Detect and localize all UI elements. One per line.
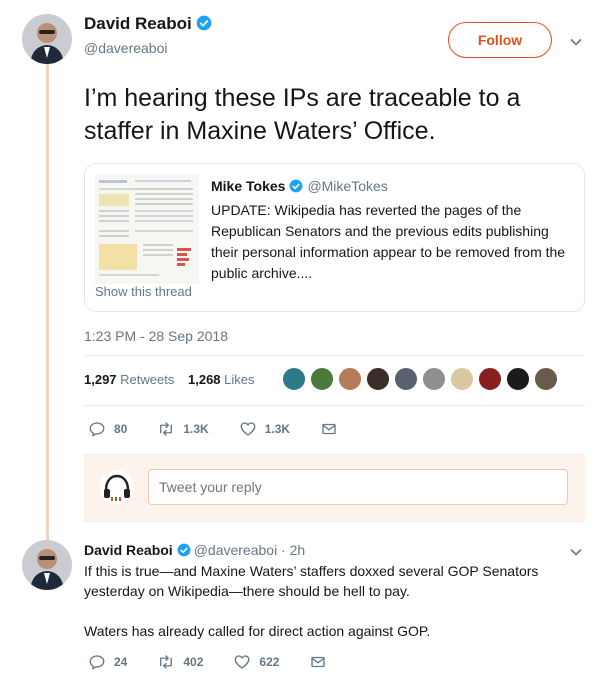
author-name[interactable]: David Reaboi [84, 14, 212, 34]
liker-avatar[interactable] [310, 367, 334, 391]
liker-avatar[interactable] [422, 367, 446, 391]
liker-avatar[interactable] [366, 367, 390, 391]
headphones-icon [100, 470, 134, 504]
retweet-icon [160, 655, 173, 669]
chevron-down-icon[interactable] [570, 546, 582, 558]
avatar-photo [22, 540, 72, 590]
reply-input[interactable] [148, 469, 568, 505]
reply-author[interactable]: David Reaboi @davereaboi · 2h [84, 542, 305, 558]
reply-button[interactable]: 24 [88, 653, 127, 671]
liker-avatar[interactable] [478, 367, 502, 391]
liker-avatar[interactable] [282, 367, 306, 391]
avatar[interactable] [22, 540, 72, 590]
liker-avatar[interactable] [450, 367, 474, 391]
liker-avatar[interactable] [394, 367, 418, 391]
direct-message-button[interactable] [309, 653, 335, 671]
verified-badge-icon [290, 179, 303, 193]
retweet-button[interactable]: 1.3K [157, 420, 209, 438]
tweet-actions: 80 1.3K 1.3K [88, 420, 376, 438]
envelope-icon [311, 656, 326, 668]
tweet-text: I’m hearing these IPs are traceable to a… [84, 84, 521, 145]
reply-actions: 24 402 622 [88, 653, 365, 671]
chevron-down-icon[interactable] [570, 36, 582, 48]
retweet-icon [160, 422, 173, 436]
like-button[interactable]: 622 [233, 653, 279, 671]
heart-icon [240, 422, 256, 436]
avatar-photo [22, 14, 72, 64]
direct-message-button[interactable] [320, 420, 346, 438]
reply-icon [89, 655, 105, 670]
divider [84, 355, 585, 356]
verified-badge-icon [196, 15, 212, 31]
divider [84, 405, 585, 406]
quoted-tweet-text: UPDATE: Wikipedia has reverted the pages… [211, 202, 566, 281]
like-button[interactable]: 1.3K [239, 420, 290, 438]
thread-line [46, 64, 49, 544]
quoted-author[interactable]: Mike Tokes @MikeTokes [211, 178, 388, 194]
quoted-tweet-card[interactable]: Mike Tokes @MikeTokes UPDATE: Wikipedia h… [84, 163, 585, 312]
heart-icon [234, 655, 250, 669]
engagement-stats[interactable]: 1,297 Retweets 1,268 Likes [84, 372, 255, 387]
liker-avatar[interactable] [506, 367, 530, 391]
tweet-timestamp[interactable]: 1:23 PM - 28 Sep 2018 [84, 328, 228, 344]
author-handle[interactable]: @davereaboi [84, 40, 168, 56]
liker-avatar[interactable] [534, 367, 558, 391]
envelope-icon [322, 423, 336, 435]
show-thread-link[interactable]: Show this thread [95, 284, 192, 299]
retweet-button[interactable]: 402 [157, 653, 203, 671]
liker-avatar[interactable] [338, 367, 362, 391]
avatar[interactable] [22, 14, 72, 64]
reply-text: If this is true—and Maxine Waters’ staff… [84, 563, 539, 639]
quoted-tweet-image[interactable] [95, 174, 199, 284]
current-user-avatar [100, 470, 134, 504]
follow-button[interactable]: Follow [448, 22, 552, 58]
reply-icon [89, 422, 105, 437]
verified-badge-icon [177, 543, 191, 557]
reply-button[interactable]: 80 [88, 420, 127, 438]
